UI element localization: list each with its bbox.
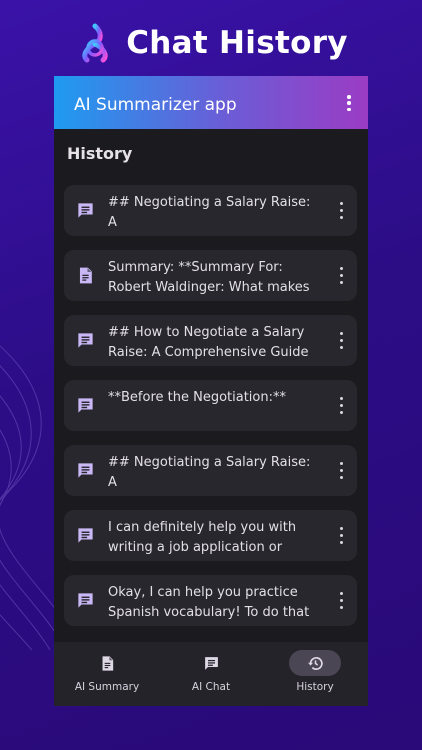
history-item-line-2: Raise: A Comprehensive Guide (108, 344, 309, 360)
history-icon (307, 655, 324, 672)
history-item[interactable]: Summary: **Summary For: Robert Waldinger:… (64, 250, 357, 301)
history-item-line-1: **Before the Negotiation:** (108, 390, 286, 405)
item-more-options-icon[interactable] (337, 397, 345, 414)
chat-icon (76, 331, 95, 350)
overflow-menu-icon[interactable] (342, 93, 356, 113)
chat-icon (76, 526, 95, 545)
history-item-line-2: Comprehensive Guide (108, 232, 318, 233)
history-item-text: ## Negotiating a Salary Raise: A Guide to… (108, 453, 318, 493)
history-item[interactable]: **Before the Negotiation:** (64, 380, 357, 431)
nav-item-ai-chat[interactable]: AI Chat (159, 642, 263, 706)
item-more-options-icon[interactable] (337, 202, 345, 219)
item-more-options-icon[interactable] (337, 527, 345, 544)
history-item[interactable]: I can definitely help you with writing a … (64, 510, 357, 561)
app-title: AI Summarizer app (74, 95, 237, 115)
chat-icon (203, 655, 220, 672)
history-item-text: ## Negotiating a Salary Raise: A Comprehe… (108, 193, 318, 233)
nav-item-ai-summary[interactable]: AI Summary (55, 642, 159, 706)
item-more-options-icon[interactable] (337, 592, 345, 609)
history-item[interactable]: ## How to Negotiate a Salary Raise: A Com… (64, 315, 357, 366)
history-item-line-1: Summary: **Summary For: (108, 260, 283, 275)
section-title: History (67, 144, 133, 163)
history-item-line-2: writing a job application or (108, 539, 283, 555)
history-item-line-1: ## Negotiating a Salary Raise: A (108, 195, 311, 230)
history-item-line-2: Guide to Success (108, 492, 318, 493)
chat-icon (76, 396, 95, 415)
item-more-options-icon[interactable] (337, 462, 345, 479)
app-logo-icon (82, 23, 108, 63)
page-banner: Chat History (0, 18, 422, 68)
history-item-line-2: Spanish vocabulary! To do that (108, 604, 310, 620)
history-item[interactable]: Okay, I can help you practice Spanish voc… (64, 575, 357, 626)
history-item-line-1: I can definitely help you with (108, 520, 297, 535)
history-item[interactable]: ## Negotiating a Salary Raise: A Comprehe… (64, 185, 357, 236)
history-item[interactable]: ## Negotiating a Salary Raise: A Guide to… (64, 445, 357, 496)
chat-icon (76, 591, 95, 610)
history-item-text: ## How to Negotiate a Salary Raise: A Com… (108, 323, 318, 363)
history-list: ## Negotiating a Salary Raise: A Comprehe… (64, 185, 357, 640)
chat-icon (76, 201, 95, 220)
history-item-line-1: ## How to Negotiate a Salary (108, 325, 305, 340)
summary-doc-icon (76, 266, 95, 285)
nav-label: AI Summary (74, 681, 140, 693)
nav-label: AI Chat (191, 681, 231, 693)
history-item-text: Summary: **Summary For: Robert Waldinger:… (108, 258, 318, 298)
phone-screen: AI Summarizer app History ## Negotiating… (54, 76, 368, 706)
history-item-line-1: Okay, I can help you practice (108, 585, 298, 600)
history-item-line-1: ## Negotiating a Salary Raise: A (108, 455, 311, 490)
item-more-options-icon[interactable] (337, 332, 345, 349)
history-item-text: I can definitely help you with writing a … (108, 518, 318, 558)
nav-label: History (296, 681, 334, 693)
page-title: Chat History (126, 25, 348, 61)
nav-item-history[interactable]: History (263, 642, 367, 706)
history-item-text: **Before the Negotiation:** (108, 388, 318, 428)
app-bar: AI Summarizer app (54, 76, 368, 129)
history-item-line-2: Robert Waldinger: What makes a (108, 279, 310, 295)
summary-doc-icon (99, 655, 116, 672)
item-more-options-icon[interactable] (337, 267, 345, 284)
chat-icon (76, 461, 95, 480)
history-item-text: Okay, I can help you practice Spanish voc… (108, 583, 318, 623)
bottom-navigation: AI Summary AI Chat History (54, 642, 368, 706)
